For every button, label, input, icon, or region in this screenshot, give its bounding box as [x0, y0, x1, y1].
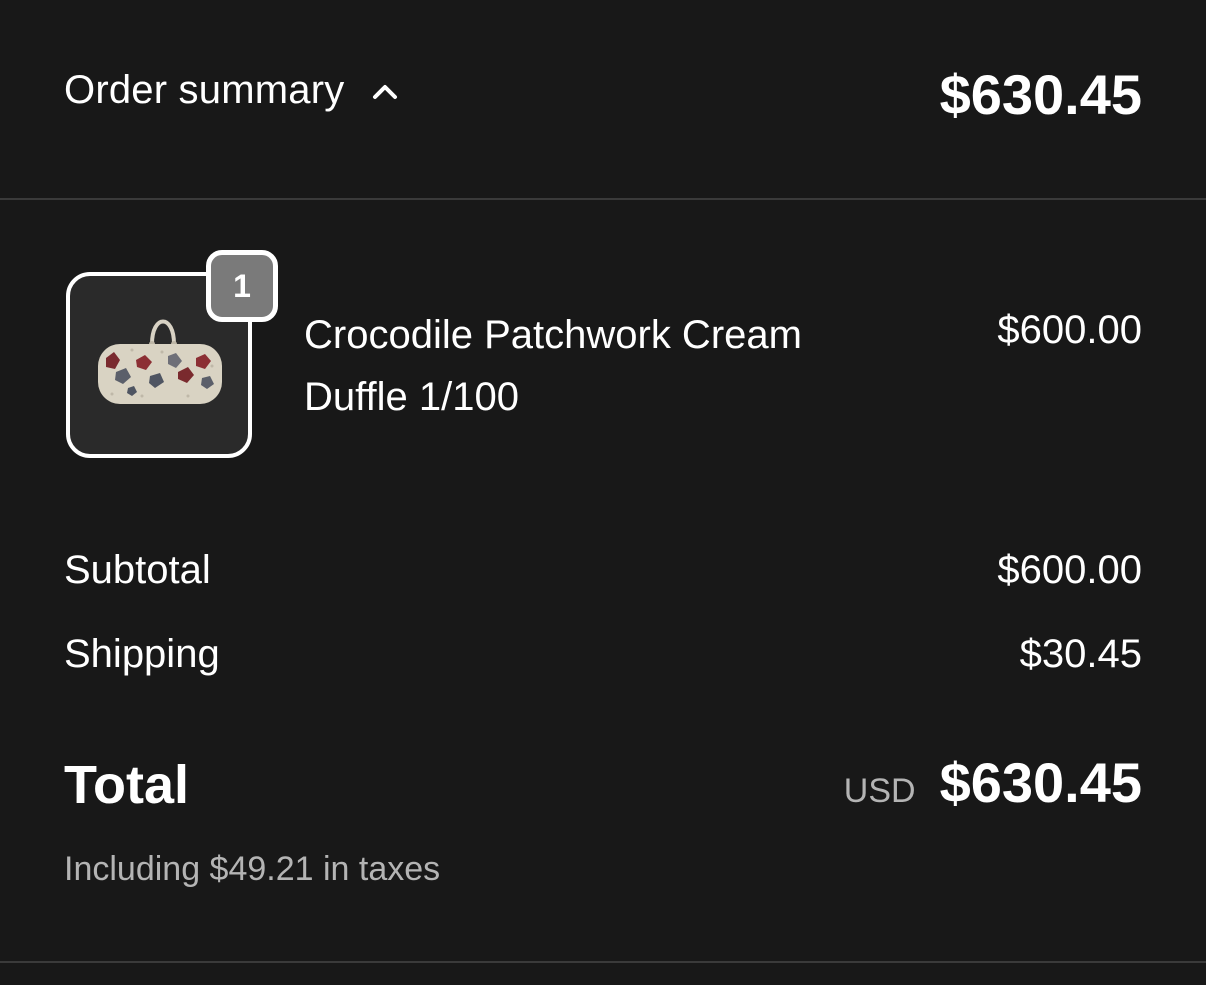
- subtotal-row: Subtotal $600.00: [64, 548, 1142, 593]
- chevron-up-icon: [370, 76, 400, 106]
- subtotal-label: Subtotal: [64, 548, 211, 592]
- duffle-bag-thumbnail: [98, 319, 222, 404]
- order-summary-toggle[interactable]: Order summary: [64, 68, 400, 113]
- total-label: Total: [64, 755, 189, 815]
- order-summary-header: Order summary $630.45: [0, 0, 1206, 200]
- shipping-value: $30.45: [1019, 632, 1142, 676]
- total-amount-group: USD $630.45: [844, 750, 1142, 815]
- order-summary-panel: Order summary $630.45 1 Crocodile Patchw…: [0, 0, 1206, 985]
- bottom-divider: [0, 961, 1206, 963]
- order-summary-label: Order summary: [64, 68, 345, 112]
- subtotal-value: $600.00: [997, 548, 1142, 592]
- line-item: 1 Crocodile Patchwork Cream Duffle 1/100…: [64, 250, 1142, 470]
- currency-code: USD: [843, 772, 916, 810]
- product-price: $600.00: [997, 308, 1142, 352]
- quantity-badge: 1: [206, 250, 278, 322]
- shipping-row: Shipping $30.45: [64, 632, 1142, 677]
- total-amount: $630.45: [939, 751, 1142, 814]
- total-row: Total USD $630.45: [64, 750, 1142, 820]
- taxes-note: Including $49.21 in taxes: [64, 850, 441, 888]
- header-total-amount: $630.45: [939, 63, 1142, 126]
- shipping-label: Shipping: [64, 632, 220, 676]
- product-name: Crocodile Patchwork Cream Duffle 1/100: [304, 313, 802, 419]
